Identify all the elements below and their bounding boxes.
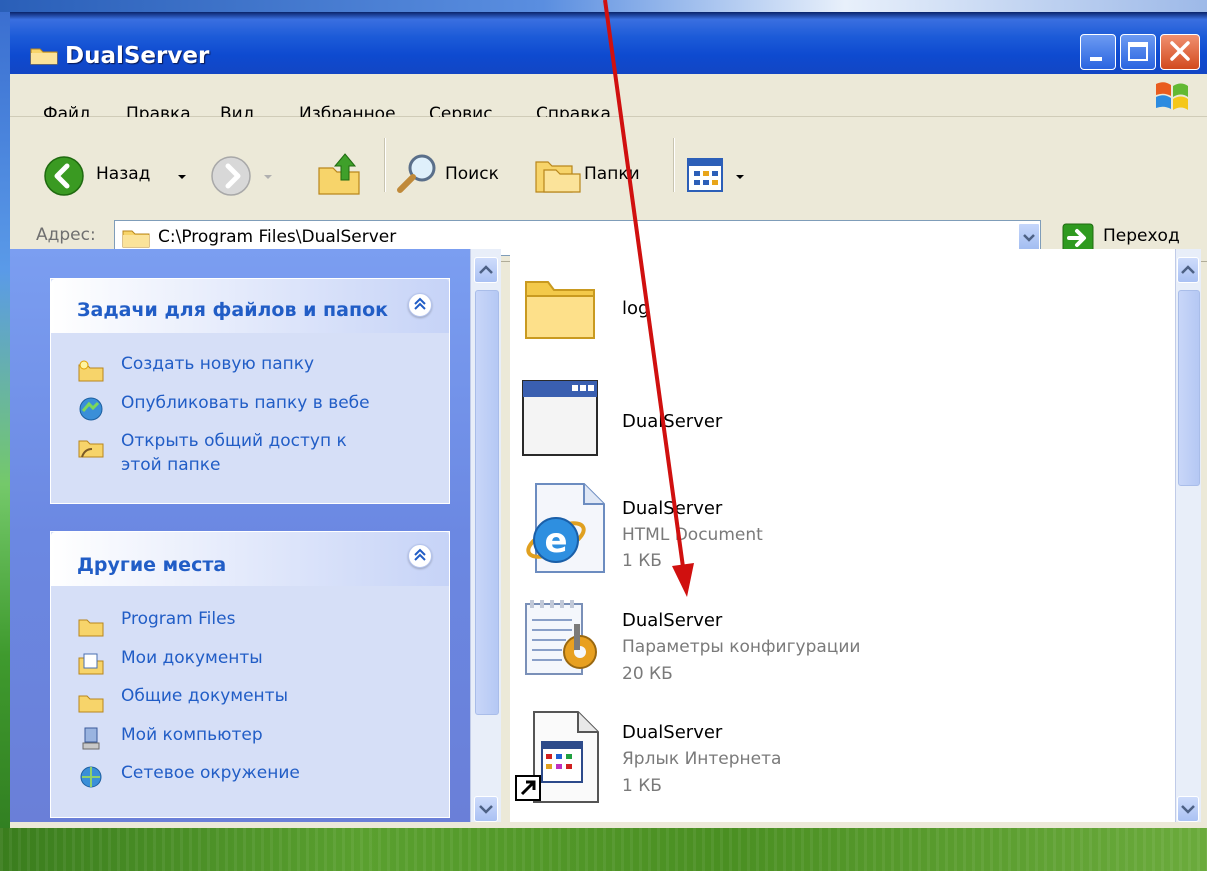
my-documents-icon: [78, 653, 104, 675]
svg-text:e: e: [544, 521, 567, 561]
panel-title[interactable]: Другие места: [77, 554, 226, 576]
scroll-thumb[interactable]: [1178, 290, 1200, 486]
chevron-down-icon: [1181, 805, 1195, 814]
file-tasks-panel: Задачи для файлов и папок Создать новую …: [50, 278, 450, 504]
chevron-up-icon: [414, 548, 426, 561]
place-my-documents[interactable]: Мои документы: [121, 648, 263, 668]
folder-icon: [78, 619, 104, 637]
back-button[interactable]: Назад: [96, 164, 150, 184]
file-name[interactable]: log: [622, 298, 649, 319]
file-name[interactable]: DualServer: [622, 722, 722, 743]
publish-web-icon: [79, 397, 103, 421]
close-button[interactable]: [1160, 34, 1200, 70]
config-file-icon[interactable]: [520, 596, 604, 680]
folders-icon[interactable]: [534, 152, 582, 196]
file-size: 1 КБ: [622, 776, 662, 796]
scroll-up-button[interactable]: [474, 257, 498, 283]
folder-icon: [122, 230, 150, 248]
window-title: DualServer: [65, 43, 210, 69]
task-publish-web[interactable]: Опубликовать папку в вебе: [121, 393, 370, 413]
chevron-down-icon[interactable]: [262, 172, 274, 182]
minimize-icon: [1090, 57, 1102, 61]
back-arrow-icon[interactable]: [43, 155, 85, 197]
chevron-down-icon[interactable]: [734, 172, 746, 182]
collapse-button[interactable]: [408, 544, 432, 568]
file-size: 1 КБ: [622, 551, 662, 571]
toolbar-separator: [384, 138, 386, 192]
file-type: Ярлык Интернета: [622, 749, 782, 769]
scroll-down-button[interactable]: [474, 796, 498, 822]
scroll-up-button[interactable]: [1177, 257, 1199, 283]
network-icon: [80, 766, 102, 788]
file-size: 20 КБ: [622, 664, 673, 684]
place-my-computer[interactable]: Мой компьютер: [121, 725, 263, 745]
place-shared-documents[interactable]: Общие документы: [121, 686, 288, 706]
task-new-folder[interactable]: Создать новую папку: [121, 354, 314, 374]
desktop-background-bottom: [0, 828, 1207, 871]
chevron-up-icon: [414, 297, 426, 310]
new-folder-icon: [78, 360, 104, 382]
file-name[interactable]: DualServer: [622, 411, 722, 432]
maximize-icon: [1128, 42, 1148, 61]
search-icon[interactable]: [394, 150, 442, 198]
chevron-down-icon[interactable]: [176, 172, 188, 182]
file-name[interactable]: DualServer: [622, 610, 722, 631]
chevron-down-icon: [1023, 234, 1035, 242]
folder-icon: [78, 695, 104, 713]
folder-icon: [30, 48, 58, 65]
folder-up-icon[interactable]: [315, 150, 363, 198]
application-icon[interactable]: [520, 378, 600, 458]
chevron-up-icon: [479, 265, 493, 274]
maximize-button[interactable]: [1120, 34, 1156, 70]
folders-button[interactable]: Папки: [584, 164, 640, 184]
place-program-files[interactable]: Program Files: [121, 609, 235, 629]
task-share-folder[interactable]: Открыть общий доступ к: [121, 431, 347, 451]
desktop-background-left: [0, 12, 10, 871]
address-path[interactable]: C:\Program Files\DualServer: [158, 227, 396, 247]
internet-shortcut-icon[interactable]: [514, 708, 606, 804]
share-folder-icon: [78, 440, 104, 458]
forward-arrow-icon[interactable]: [210, 155, 252, 197]
desktop-background-top: [0, 0, 1207, 12]
scroll-thumb[interactable]: [475, 290, 499, 715]
place-network[interactable]: Сетевое окружение: [121, 763, 300, 783]
my-computer-icon: [82, 727, 100, 750]
file-type: HTML Document: [622, 525, 763, 545]
file-list: [510, 249, 1175, 822]
close-icon: [1170, 41, 1190, 61]
toolbar-separator: [673, 138, 675, 192]
search-button[interactable]: Поиск: [445, 164, 499, 184]
go-button[interactable]: Переход: [1103, 226, 1180, 246]
panel-title[interactable]: Задачи для файлов и папок: [77, 299, 388, 321]
other-places-panel: Другие места Program Files Мои документы…: [50, 531, 450, 818]
file-name[interactable]: DualServer: [622, 498, 722, 519]
folder-icon[interactable]: [520, 268, 600, 348]
minimize-button[interactable]: [1080, 34, 1116, 70]
address-label: Адрес:: [36, 225, 96, 245]
views-icon[interactable]: [686, 157, 726, 193]
file-type: Параметры конфигурации: [622, 637, 861, 657]
task-share-folder-line2[interactable]: этой папке: [121, 455, 220, 475]
html-document-icon[interactable]: e: [516, 482, 608, 574]
chevron-down-icon: [479, 805, 493, 814]
chevron-up-icon: [1181, 265, 1195, 274]
scroll-down-button[interactable]: [1177, 796, 1199, 822]
collapse-button[interactable]: [408, 293, 432, 317]
windows-logo-icon: [1156, 82, 1188, 110]
